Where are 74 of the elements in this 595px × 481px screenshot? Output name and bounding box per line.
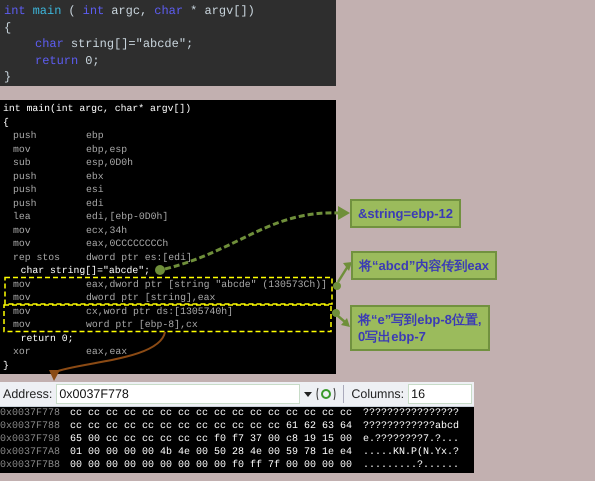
memory-address: 0x0037F798 xyxy=(0,434,62,447)
memory-address: 0x0037F7A8 xyxy=(0,447,62,460)
asm-operands: eax,dword ptr [string "abcde" (130573Ch)] xyxy=(86,278,328,290)
asm-operands: ebx xyxy=(86,170,104,182)
source-line: return 0; xyxy=(20,332,74,344)
memory-ascii: ???????????????? xyxy=(363,408,460,420)
asm-mnemonic: mov xyxy=(12,144,32,155)
code-token: argc, xyxy=(111,4,148,18)
asm-mnemonic: mov xyxy=(12,278,32,290)
code-token: } xyxy=(4,70,12,84)
refresh-icon[interactable] xyxy=(316,387,336,401)
memory-bytes: cc cc cc cc cc cc cc cc cc cc cc cc 61 62 63 64 xyxy=(70,421,354,434)
annotation-callout: 将“e”写到ebp-8位置, 0写出ebp-7 xyxy=(350,305,490,351)
memory-ascii: .....KN.P(N.Yx.? xyxy=(363,447,460,460)
source-line: } xyxy=(3,360,9,371)
memory-ascii: e.????????7.?... xyxy=(363,434,460,446)
asm-operands: esp,0D0h xyxy=(86,157,134,168)
source-line: { xyxy=(3,116,9,128)
asm-mnemonic: sub xyxy=(12,157,32,168)
columns-label: Columns: xyxy=(351,387,404,401)
asm-mnemonic: push xyxy=(12,184,38,196)
asm-operands: eax,0CCCCCCCCh xyxy=(86,238,168,250)
code-token: int xyxy=(4,4,26,18)
annotation-callout: &string=ebp-12 xyxy=(350,199,461,228)
code-token: return xyxy=(35,54,78,68)
asm-operands: word ptr [ebp-8],cx xyxy=(86,319,198,330)
memory-bytes: 01 00 00 00 00 4b 4e 00 50 28 4e 00 59 78 1e e4 xyxy=(70,447,354,460)
source-line: int main(int argc, char* argv[]) xyxy=(3,103,192,114)
asm-operands: edi xyxy=(86,198,104,209)
memory-address: 0x0037F7B8 xyxy=(0,460,62,473)
source-line: char string[]="abcde"; xyxy=(20,265,150,276)
pointer-arrow xyxy=(332,309,350,327)
asm-mnemonic: lea xyxy=(12,211,32,222)
asm-mnemonic: push xyxy=(12,198,38,209)
memory-ascii: ????????????abcd xyxy=(363,421,460,434)
code-token: ( xyxy=(68,4,76,18)
caret-icon[interactable] xyxy=(304,392,312,396)
code-token: string[]="abcde"; xyxy=(70,37,194,52)
asm-operands: dword ptr es:[edi] xyxy=(86,252,192,263)
annotation-callout: 将“abcd”内容传到eax xyxy=(351,251,498,280)
memory-bytes: 00 00 00 00 00 00 00 00 00 f0 ff 7f 00 00 00 00 xyxy=(70,460,354,473)
code-token: * argv[]) xyxy=(190,4,255,18)
code-token: char xyxy=(35,37,64,52)
code-token: int xyxy=(82,4,104,18)
asm-mnemonic: mov xyxy=(12,306,32,317)
asm-operands: eax,eax xyxy=(86,346,128,358)
asm-operands: ebp xyxy=(86,130,104,142)
code-token: char xyxy=(154,4,184,18)
memory-address: 0x0037F788 xyxy=(0,421,62,434)
asm-mnemonic: xor xyxy=(12,346,32,358)
memory-address: 0x0037F778 xyxy=(0,408,62,421)
asm-operands: edi,[ebp-0D0h] xyxy=(86,211,168,222)
address-label: Address: xyxy=(3,387,52,401)
asm-mnemonic: push xyxy=(12,130,38,142)
code-token: { xyxy=(4,20,12,35)
asm-mnemonic: mov xyxy=(12,224,32,236)
asm-mnemonic: mov xyxy=(12,238,32,250)
code-token: 0; xyxy=(85,54,100,68)
asm-mnemonic: mov xyxy=(12,319,32,330)
asm-operands: ecx,34h xyxy=(86,224,128,236)
asm-mnemonic: rep stos xyxy=(12,252,62,263)
memory-bytes: 65 00 cc cc cc cc cc cc f0 f7 37 00 c8 19 15 00 xyxy=(70,434,354,446)
asm-operands: dword ptr [string],eax xyxy=(86,292,216,304)
asm-mnemonic: mov xyxy=(12,292,32,304)
memory-bytes: cc cc cc cc cc cc cc cc cc cc cc cc cc cc cc cc xyxy=(70,408,354,421)
code-token: main xyxy=(32,4,62,18)
asm-operands: cx,word ptr ds:[1305740h] xyxy=(86,306,233,317)
asm-operands: ebp,esp xyxy=(86,144,128,155)
columns-field[interactable]: 16 xyxy=(408,384,472,404)
asm-mnemonic: push xyxy=(12,170,38,182)
address-field[interactable]: 0x0037F778 xyxy=(56,384,300,404)
memory-ascii: .........?...... xyxy=(363,460,460,473)
asm-operands: esi xyxy=(86,184,104,196)
pointer-arrow xyxy=(333,262,352,290)
